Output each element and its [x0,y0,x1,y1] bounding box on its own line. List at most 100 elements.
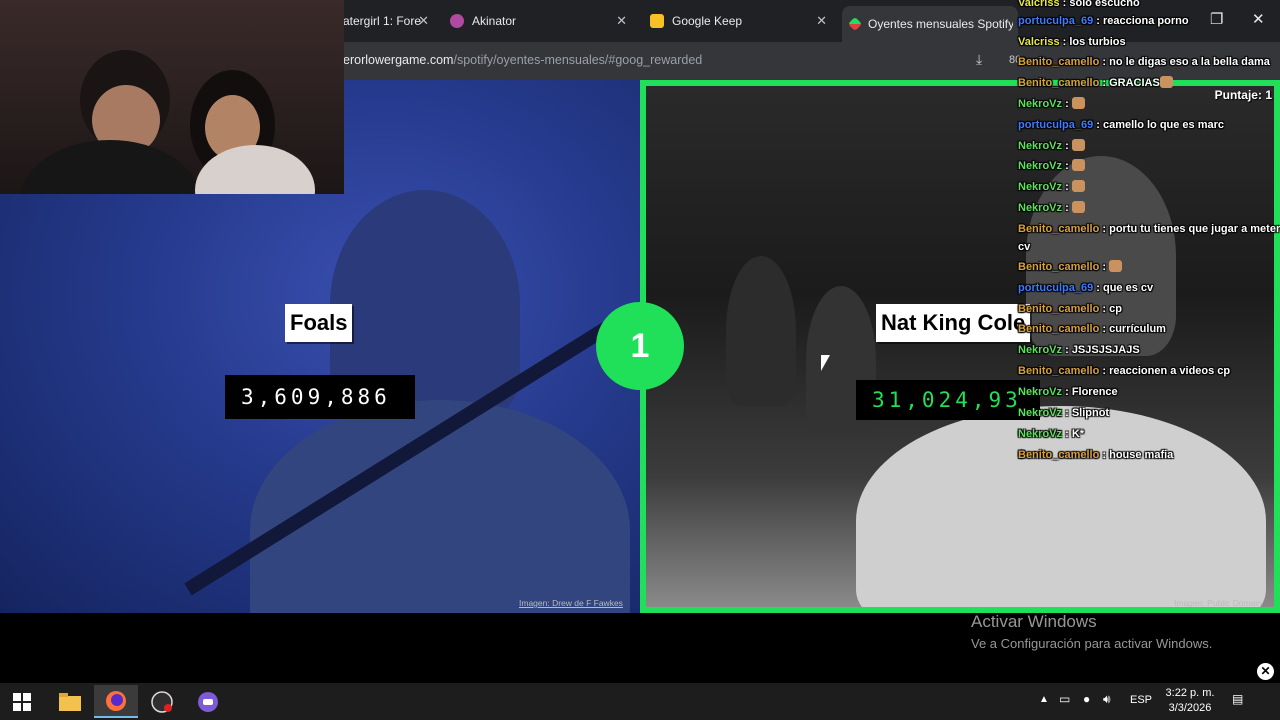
start-button[interactable] [0,685,44,718]
tab-fireboy-watergirl[interactable]: atergirl 1: Fore ✕ [343,8,435,34]
chat-message: NekroVz : JSJSJSJAJS [1018,343,1280,357]
image-credit[interactable]: Imagen: Public Domain [1174,598,1262,607]
chat-message: Benito_camello : portu tu tienes que jug… [1018,222,1280,236]
chat-username: Valcriss [1018,36,1060,48]
chat-username: Benito_camello [1018,261,1100,273]
network-icon[interactable]: ▭ [1059,692,1070,706]
chat-message: NekroVz : Florence [1018,385,1280,399]
chat-username: Benito_camello [1018,77,1100,89]
taskbar-firefox[interactable] [94,685,138,718]
watermark-title: Activar Windows [971,612,1097,631]
folder-icon [59,692,81,711]
mouse-cursor-icon [821,355,830,371]
tab-label: Google Keep [672,14,743,28]
chat-separator: : [1062,98,1072,110]
tab-label: Oyentes mensuales Spotify - ¿ [868,17,1013,31]
clock-time: 3:22 p. m. [1165,687,1215,699]
chat-message: NekroVz : K* [1018,427,1280,441]
notifications-icon[interactable]: ▤ [1232,692,1243,706]
chat-text: portu tu tienes que jugar a meter [1109,223,1280,235]
close-tab-icon[interactable]: ✕ [616,13,627,29]
chat-username: Benito_camello [1018,365,1100,377]
chat-message: Benito_camello : no le digas eso a la be… [1018,55,1280,69]
chat-text: currículum [1109,323,1166,335]
microphone-icon[interactable]: ● [1083,692,1090,706]
download-icon[interactable]: ⤓ [976,51,982,68]
obs-icon [151,690,173,713]
url-field[interactable]: erorlowergame.com/spotify/oyentes-mensua… [343,53,702,67]
chat-app-icon [198,691,218,712]
chat-separator: : [1099,303,1110,315]
chat-message: Benito_camello : house mafia [1018,448,1280,462]
tab-akinator[interactable]: Akinator ✕ [450,8,635,34]
taskbar-chat-app[interactable] [186,685,230,718]
streamer-body [20,140,200,194]
taskbar-obs[interactable] [140,685,184,718]
firefox-icon [106,690,126,711]
close-overlay-icon[interactable]: ✕ [1257,663,1274,680]
chat-message: NekroVz : Slipnot [1018,406,1280,420]
chat-separator: : [1093,15,1103,27]
akinator-icon [450,14,464,28]
chat-message: NekroVz : [1018,180,1280,194]
tab-google-keep[interactable]: Google Keep ✕ [650,8,835,34]
chat-separator: : [1062,181,1072,193]
taskbar-clock[interactable]: 3:22 p. m. 3/3/2026 [1158,686,1222,716]
close-tab-icon[interactable]: ✕ [816,13,827,29]
chat-emote-icon [1071,180,1085,192]
chat-separator: : [1099,323,1110,335]
chat-username: Benito_camello [1018,323,1100,335]
chat-username: NekroVz [1018,160,1063,172]
image-credit[interactable]: Imagen: Drew de F Fawkes [519,598,623,608]
chat-username: NekroVz [1018,344,1063,356]
chat-separator: : [1062,407,1072,419]
chat-text: house mafia [1109,449,1174,461]
chat-separator: : [1099,77,1110,89]
tab-label: Akinator [472,14,517,28]
chat-separator: : [1059,0,1070,9]
chat-emote-icon [1071,139,1085,151]
chat-text: los turbios [1069,36,1126,48]
chat-separator: : [1099,365,1110,377]
round-indicator: 1 [596,302,684,390]
chat-message: NekroVz : [1018,201,1280,215]
chat-emote-icon [1109,260,1123,272]
chat-username: portuculpa_69 [1018,119,1094,131]
chat-username: NekroVz [1018,428,1063,440]
chat-separator: : [1062,160,1072,172]
chat-message: NekroVz : [1018,139,1280,153]
chat-emote-icon [1159,76,1173,88]
band-member [726,256,796,406]
chat-message: Benito_camello : [1018,260,1280,274]
listeners-count-right: 31,024,93 [856,380,1040,420]
chat-username: NekroVz [1018,98,1063,110]
chat-separator: : [1099,56,1110,68]
chat-text: Florence [1071,386,1118,398]
close-tab-icon[interactable]: ✕ [418,13,429,29]
tab-label: atergirl 1: Fore [343,14,422,28]
chat-text: no le digas eso a la bella dama [1109,56,1270,68]
chat-username: portuculpa_69 [1018,15,1094,27]
chat-separator: : [1099,449,1110,461]
chat-text: reacciona porno [1102,15,1189,27]
chat-separator: : [1059,36,1070,48]
windows-start-icon [13,692,31,711]
chat-message: Benito_camello : reaccionen a videos cp [1018,364,1280,378]
chat-username: Valcriss [1018,0,1060,9]
chat-username: NekroVz [1018,407,1063,419]
tab-oyentes-mensuales[interactable]: Oyentes mensuales Spotify - ¿ [842,6,1018,42]
chat-username: portuculpa_69 [1018,282,1094,294]
chat-message: Valcriss : solo escucho [1018,0,1280,10]
higherlower-icon [847,16,863,32]
volume-icon[interactable]: 🔊︎ [1103,692,1111,707]
chat-message: portuculpa_69 : que es cv [1018,281,1280,295]
show-hidden-icons-icon[interactable]: ▲ [1039,694,1049,705]
chat-text: Slipnot [1071,407,1110,419]
language-indicator[interactable]: ESP [1130,694,1152,706]
chat-text: camello lo que es marc [1102,119,1225,131]
taskbar-file-explorer[interactable] [48,685,92,718]
chat-text: reaccionen a videos cp [1109,365,1231,377]
chat-message: NekroVz : [1018,159,1280,173]
chat-message: portuculpa_69 : camello lo que es marc [1018,118,1280,132]
chat-message: cv [1018,240,1280,254]
